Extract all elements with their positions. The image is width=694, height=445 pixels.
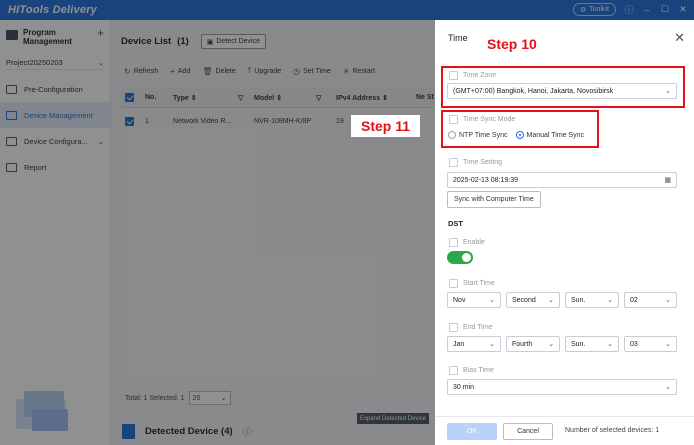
close-icon[interactable]: ✕ xyxy=(674,30,685,46)
chevron-down-icon: ⌄ xyxy=(548,297,554,304)
bias-time-label: Bias Time xyxy=(463,367,494,374)
chevron-down-icon: ⌄ xyxy=(548,341,554,348)
ok-button[interactable]: OK xyxy=(447,423,497,440)
bias-time-row[interactable]: Bias Time xyxy=(449,366,494,375)
chevron-down-icon: ⌄ xyxy=(607,341,613,348)
dst-enable-checkbox[interactable] xyxy=(449,238,458,247)
selected-devices-count: Number of selected devices: 1 xyxy=(565,427,660,434)
chevron-down-icon: ⌄ xyxy=(665,297,671,304)
start-day-value: Sun. xyxy=(571,296,586,304)
start-week-value: Second xyxy=(512,296,536,304)
chevron-down-icon: ⌄ xyxy=(665,384,671,391)
time-setting-value: 2025-02-13 08:19:39 xyxy=(453,176,518,184)
time-setting-label: Time Setting xyxy=(463,159,503,166)
calendar-icon: ▦ xyxy=(664,177,671,184)
start-hour-select[interactable]: 02 ⌄ xyxy=(624,292,677,308)
end-time-checkbox[interactable] xyxy=(449,323,458,332)
end-day-select[interactable]: Sun. ⌄ xyxy=(565,336,619,352)
start-week-select[interactable]: Second ⌄ xyxy=(506,292,560,308)
end-week-select[interactable]: Fourth ⌄ xyxy=(506,336,560,352)
dst-enable-label: Enable xyxy=(463,239,485,246)
step10-label: Step 10 xyxy=(487,36,537,52)
start-month-value: Nov xyxy=(453,296,466,304)
step11-label: Step 11 xyxy=(351,115,421,137)
chevron-down-icon: ⌄ xyxy=(489,297,495,304)
step10-highlight-box xyxy=(441,66,685,108)
dst-heading: DST xyxy=(448,219,463,228)
end-hour-value: 03 xyxy=(630,340,638,348)
start-month-select[interactable]: Nov ⌄ xyxy=(447,292,501,308)
bias-time-value: 30 min xyxy=(453,383,475,391)
sync-computer-label: Sync with Computer Time xyxy=(454,196,534,203)
step11-highlight-box xyxy=(441,110,599,148)
end-day-value: Sun. xyxy=(571,340,586,348)
time-setting-checkbox[interactable] xyxy=(449,158,458,167)
bias-time-checkbox[interactable] xyxy=(449,366,458,375)
end-hour-select[interactable]: 03 ⌄ xyxy=(624,336,677,352)
start-day-select[interactable]: Sun. ⌄ xyxy=(565,292,619,308)
end-week-value: Fourth xyxy=(512,340,533,348)
dst-enable-row[interactable]: Enable xyxy=(449,238,485,247)
end-month-value: Jan xyxy=(453,340,465,348)
sync-with-computer-time-button[interactable]: Sync with Computer Time xyxy=(447,191,541,208)
drawer-footer: OK Cancel Number of selected devices: 1 xyxy=(435,416,694,445)
cancel-button[interactable]: Cancel xyxy=(503,423,553,440)
dst-toggle[interactable] xyxy=(447,251,473,264)
chevron-down-icon: ⌄ xyxy=(607,297,613,304)
end-time-row[interactable]: End Time xyxy=(449,323,493,332)
end-time-label: End Time xyxy=(463,324,493,331)
time-setting-input[interactable]: 2025-02-13 08:19:39 ▦ xyxy=(447,172,677,188)
time-setting-row[interactable]: Time Setting xyxy=(449,158,502,167)
drawer-title: Time xyxy=(448,33,468,43)
start-hour-value: 02 xyxy=(630,296,638,304)
start-time-row[interactable]: Start Time xyxy=(449,279,495,288)
end-month-select[interactable]: Jan ⌄ xyxy=(447,336,501,352)
chevron-down-icon: ⌄ xyxy=(489,341,495,348)
bias-time-select[interactable]: 30 min ⌄ xyxy=(447,379,677,395)
chevron-down-icon: ⌄ xyxy=(665,341,671,348)
start-time-label: Start Time xyxy=(463,280,495,287)
start-time-checkbox[interactable] xyxy=(449,279,458,288)
